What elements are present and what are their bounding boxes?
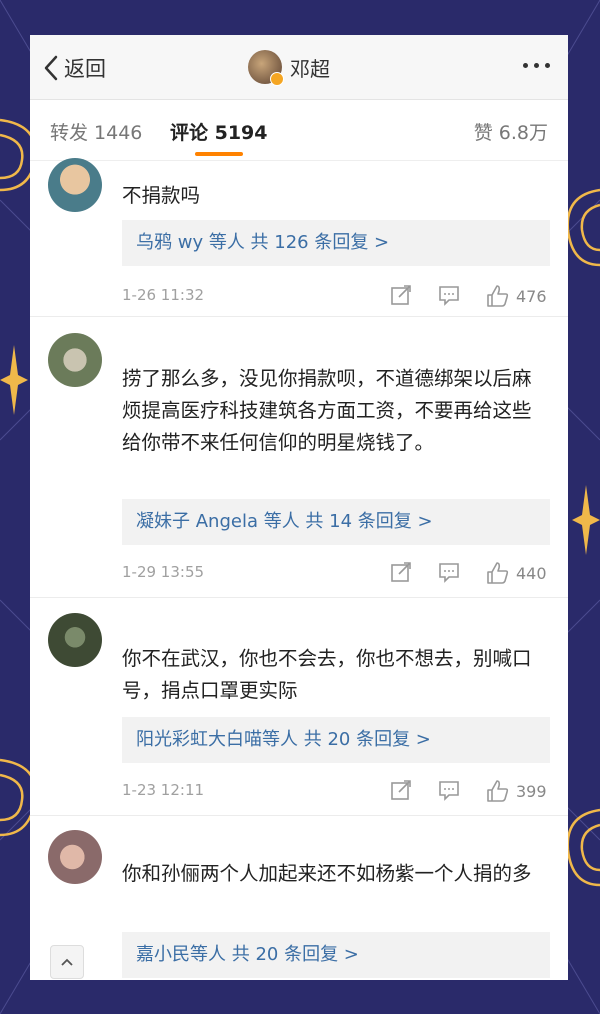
comment-text: 捞了那么多，没见你捐款呗，不道德绑架以后麻烦提高医疗科技建筑各方面工资，不要再给…	[122, 367, 532, 454]
thumbs-up-icon	[487, 285, 509, 307]
scroll-to-top-button[interactable]	[50, 945, 84, 979]
like-button[interactable]: 476	[486, 284, 547, 308]
phone-screen: 返回 邓超 转发 1446 评论 5194 赞 6.8万 不捐款吗 乌鸦 wy …	[30, 35, 568, 980]
replies-link[interactable]: 乌鸦 wy 等人 共 126 条回复 >	[122, 220, 550, 266]
verified-badge-icon	[270, 72, 284, 86]
back-button[interactable]: 返回	[44, 53, 106, 83]
divider	[30, 597, 568, 598]
comment-time: 1-26 11:32	[122, 286, 205, 304]
comment-meta: 1-29 13:55 440	[122, 559, 550, 587]
share-icon[interactable]	[390, 561, 412, 583]
tab-likes[interactable]: 赞 6.8万	[474, 118, 548, 145]
replies-link[interactable]: 阳光彩虹大白喵等人 共 20 条回复 >	[122, 717, 550, 763]
avatar[interactable]	[48, 158, 102, 212]
divider	[30, 316, 568, 317]
like-count: 399	[516, 781, 547, 801]
comment-meta: 1-26 11:32 476	[122, 282, 550, 310]
like-count: 476	[516, 286, 547, 306]
avatar[interactable]	[48, 333, 102, 387]
comment-text: 你和孙俪两个人加起来还不如杨紫一个人捐的多	[122, 862, 532, 885]
tab-comments[interactable]: 评论 5194	[170, 118, 268, 145]
like-button[interactable]: 440	[486, 561, 547, 585]
comment-time: 1-23 12:11	[122, 781, 205, 799]
comment-icon[interactable]	[438, 561, 460, 583]
navigation-bar: 返回 邓超	[30, 35, 568, 100]
replies-link[interactable]: 凝妹子 Angela 等人 共 14 条回复 >	[122, 499, 550, 545]
like-count: 440	[516, 563, 547, 583]
comment-meta: 1-23 12:11 399	[122, 777, 550, 805]
like-button[interactable]: 399	[486, 779, 547, 803]
divider	[30, 815, 568, 816]
thumbs-up-icon	[487, 780, 509, 802]
active-tab-indicator	[195, 152, 243, 156]
comment-time: 1-29 13:55	[122, 563, 205, 581]
avatar[interactable]	[48, 830, 102, 884]
profile-title[interactable]: 邓超	[248, 50, 330, 86]
back-label: 返回	[64, 57, 106, 81]
thumbs-up-icon	[487, 562, 509, 584]
comment-icon[interactable]	[438, 284, 460, 306]
share-icon[interactable]	[390, 284, 412, 306]
tab-repost[interactable]: 转发 1446	[50, 118, 142, 145]
more-options-icon[interactable]	[523, 63, 550, 68]
comment-text: 你不在武汉，你也不会去，你也不想去，别喊口号，捐点口罩更实际	[122, 647, 532, 702]
chevron-up-icon	[61, 958, 73, 966]
replies-link[interactable]: 嘉小民等人 共 20 条回复 >	[122, 932, 550, 978]
page-title: 邓超	[290, 56, 330, 81]
chevron-left-icon	[44, 55, 58, 81]
tab-bar: 转发 1446 评论 5194 赞 6.8万	[30, 100, 568, 161]
avatar	[248, 50, 284, 86]
comment-icon[interactable]	[438, 779, 460, 801]
comment-text: 不捐款吗	[122, 184, 201, 207]
share-icon[interactable]	[390, 779, 412, 801]
avatar[interactable]	[48, 613, 102, 667]
